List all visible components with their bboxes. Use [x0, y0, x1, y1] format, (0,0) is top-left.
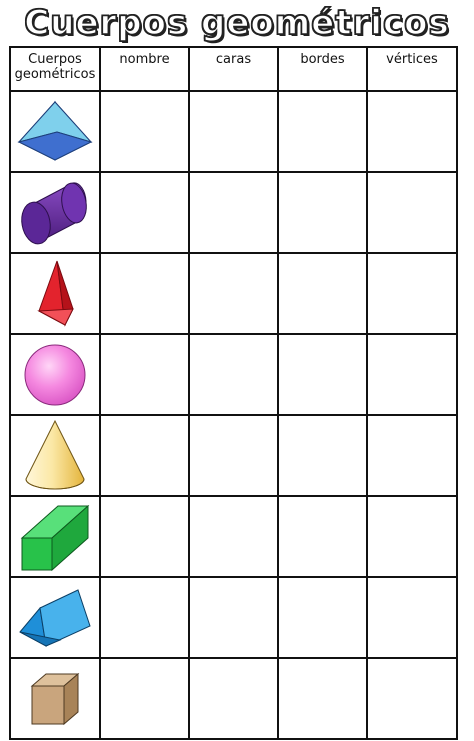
answer-cell[interactable] — [277, 576, 368, 659]
square-pyramid-icon — [17, 100, 93, 161]
shape-cell — [9, 495, 101, 578]
answer-cell[interactable] — [188, 333, 279, 416]
shape-cell — [9, 333, 101, 416]
answer-cell[interactable] — [188, 252, 279, 335]
answer-cell[interactable] — [277, 90, 368, 173]
answer-cell[interactable] — [366, 333, 458, 416]
table-row — [9, 657, 458, 740]
table-row — [9, 414, 458, 497]
header-col1-line1: Cuerpos — [28, 52, 82, 67]
answer-cell[interactable] — [188, 171, 279, 254]
answer-cell[interactable] — [188, 90, 279, 173]
header-col1-line2: geométricos — [14, 67, 96, 82]
answer-cell[interactable] — [277, 171, 368, 254]
answer-cell[interactable] — [188, 576, 279, 659]
answer-cell[interactable] — [99, 333, 190, 416]
answer-cell[interactable] — [366, 657, 458, 740]
header-bordes: bordes — [277, 46, 368, 92]
cone-icon — [25, 419, 85, 489]
table-row — [9, 495, 458, 578]
shape-cell — [9, 657, 101, 740]
answer-cell[interactable] — [99, 657, 190, 740]
answer-cell[interactable] — [366, 90, 458, 173]
header-nombre: nombre — [99, 46, 190, 92]
answer-cell[interactable] — [188, 657, 279, 740]
table-row — [9, 171, 458, 254]
header-cuerpos-geometricos: Cuerpos geométricos — [9, 46, 101, 92]
answer-cell[interactable] — [277, 333, 368, 416]
shape-cell — [9, 90, 101, 173]
answer-cell[interactable] — [366, 576, 458, 659]
table-row — [9, 252, 458, 335]
answer-cell[interactable] — [277, 657, 368, 740]
table-row — [9, 333, 458, 416]
answer-cell[interactable] — [277, 495, 368, 578]
table-row — [9, 90, 458, 173]
answer-cell[interactable] — [99, 90, 190, 173]
table-row — [9, 576, 458, 659]
answer-cell[interactable] — [99, 252, 190, 335]
shape-cell — [9, 252, 101, 335]
answer-cell[interactable] — [366, 495, 458, 578]
page-title: Cuerpos geométricos — [24, 2, 450, 44]
rectangular-prism-icon — [20, 504, 90, 571]
answer-cell[interactable] — [366, 252, 458, 335]
shape-cell — [9, 414, 101, 497]
worksheet-table: Cuerpos geométricos nombre caras bordes … — [9, 46, 458, 740]
answer-cell[interactable] — [99, 495, 190, 578]
triangular-prism-icon — [19, 588, 91, 647]
cube-icon — [30, 672, 80, 725]
answer-cell[interactable] — [99, 171, 190, 254]
answer-cell[interactable] — [99, 576, 190, 659]
answer-cell[interactable] — [188, 495, 279, 578]
answer-cell[interactable] — [99, 414, 190, 497]
answer-cell[interactable] — [366, 414, 458, 497]
header-vertices: vértices — [366, 46, 458, 92]
triangular-pyramid-icon — [37, 260, 74, 327]
shape-cell — [9, 171, 101, 254]
sphere-icon — [24, 344, 86, 405]
answer-cell[interactable] — [366, 171, 458, 254]
answer-cell[interactable] — [188, 414, 279, 497]
header-caras: caras — [188, 46, 279, 92]
answer-cell[interactable] — [277, 252, 368, 335]
shape-cell — [9, 576, 101, 659]
header-row: Cuerpos geométricos nombre caras bordes … — [9, 46, 458, 92]
cylinder-icon — [21, 181, 87, 244]
answer-cell[interactable] — [277, 414, 368, 497]
